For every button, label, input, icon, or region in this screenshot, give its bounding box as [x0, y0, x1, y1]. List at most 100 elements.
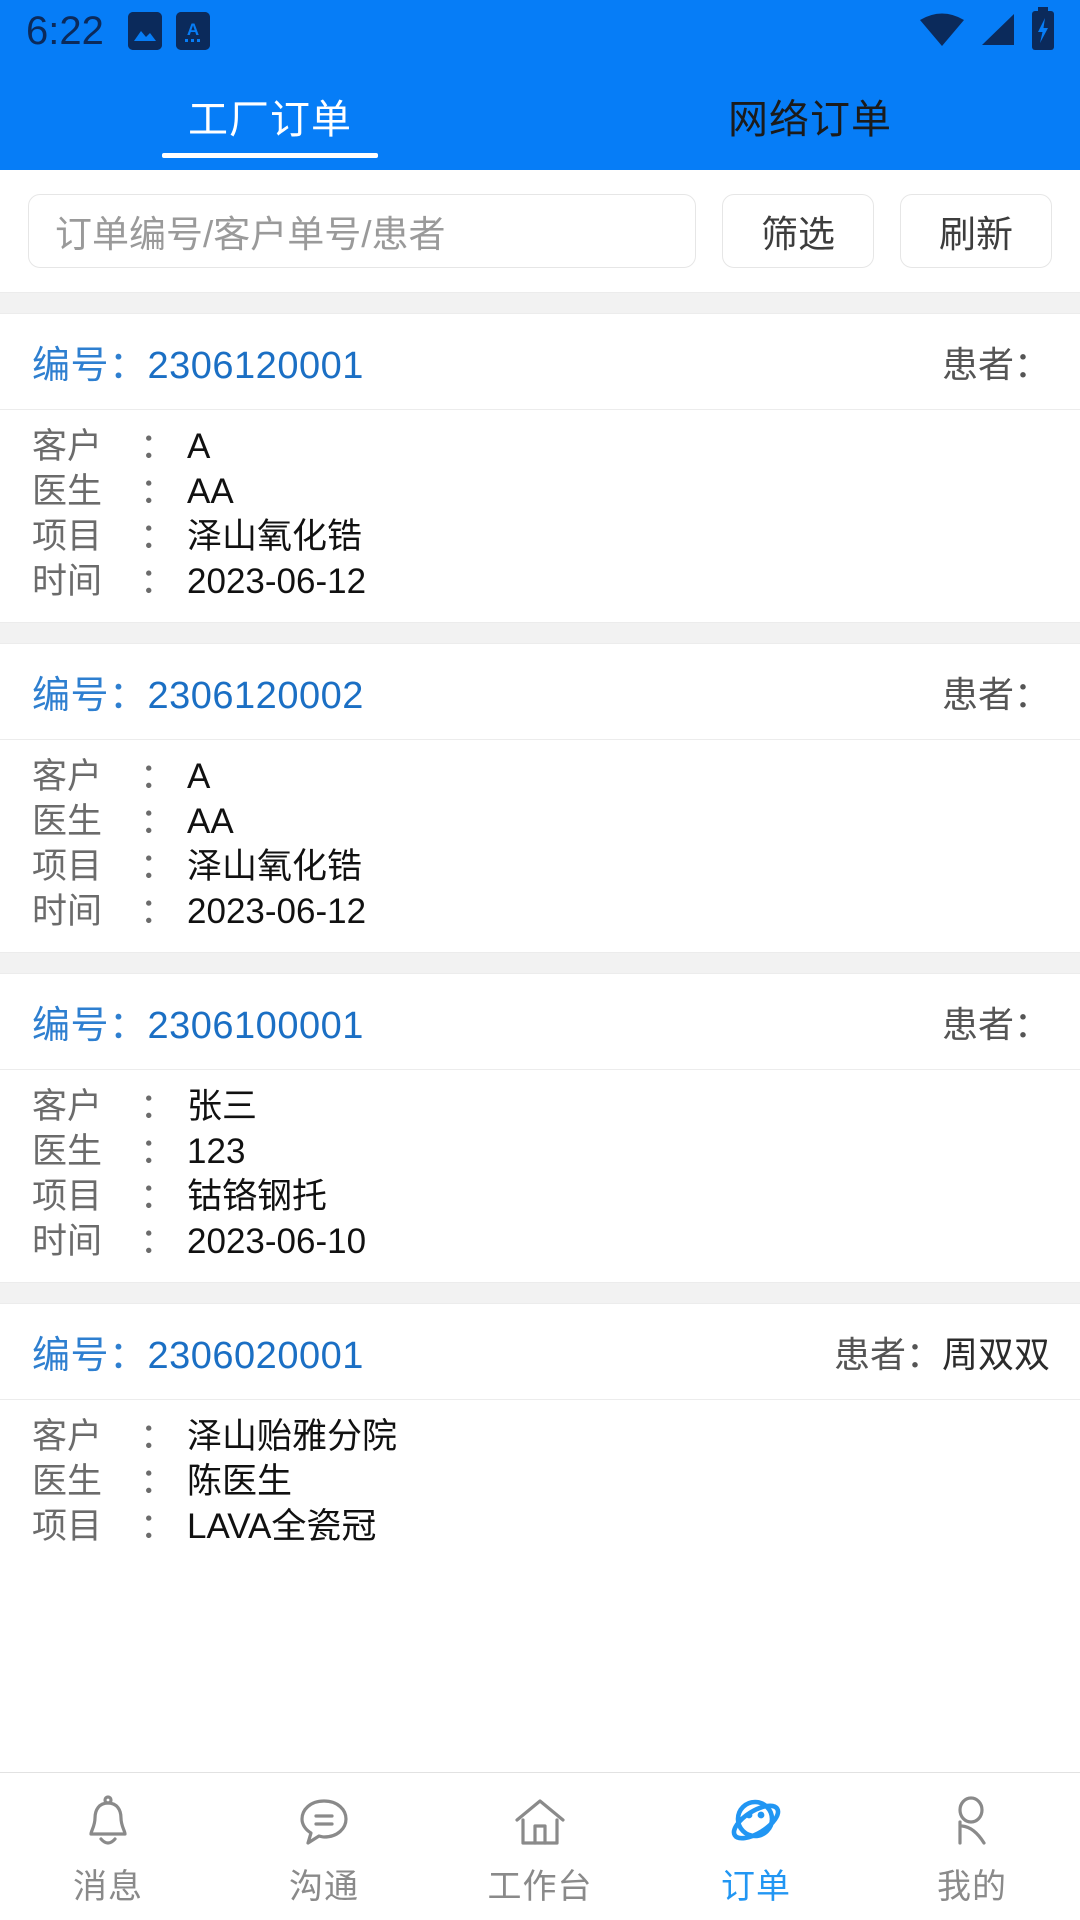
doctor-label: 医生 — [32, 472, 103, 511]
customer-value: A — [187, 427, 211, 466]
time-label: 时间 — [32, 562, 103, 601]
order-project-row: 项目 ： 泽山氧化锆 — [32, 514, 1080, 559]
status-notification-icons: A — [127, 12, 210, 50]
doctor-colon: ： — [140, 472, 176, 511]
order-card[interactable]: 编号：2306120001 患者： 客户 ： A 医生 ： AA 项目 ： 泽山氧化锆 时间… — [0, 314, 1080, 622]
order-customer-row: 客户 ： A — [32, 424, 1080, 469]
refresh-button[interactable]: 刷新 — [900, 194, 1052, 268]
search-input[interactable]: 订单编号/客户单号/患者 — [28, 194, 696, 268]
tab-factory-orders-label: 工厂订单 — [188, 98, 352, 142]
svg-text:A: A — [187, 20, 199, 39]
nav-item-messages-label: 消息 — [73, 1868, 143, 1906]
project-colon: ： — [140, 517, 176, 556]
order-customer-row: 客户 ： 张三 — [32, 1084, 1080, 1129]
nav-item-workbench-label: 工作台 — [487, 1868, 593, 1906]
order-number: 编号：2306120001 — [32, 334, 364, 389]
nav-item-chat-label: 沟通 — [289, 1868, 359, 1906]
tab-factory-orders[interactable]: 工厂订单 — [0, 62, 540, 170]
doctor-colon: ： — [140, 1132, 176, 1171]
order-card-header: 编号：2306100001 患者： — [0, 974, 1080, 1070]
filter-button[interactable]: 筛选 — [722, 194, 874, 268]
project-value: LAVA全瓷冠 — [187, 1507, 377, 1546]
search-placeholder: 订单编号/客户单号/患者 — [55, 214, 446, 255]
status-bar: 6:22 A — [0, 0, 1080, 62]
order-number-value: 2306020001 — [147, 1335, 364, 1377]
app-root: 6:22 A 工厂订单 网络订单 订单编号/客户单号/患者 筛选 刷新 编号：2… — [0, 0, 1080, 1920]
nav-item-messages[interactable]: 消息 — [0, 1773, 216, 1920]
order-number: 编号：2306020001 — [32, 1324, 364, 1379]
nav-item-orders[interactable]: 订单 — [648, 1773, 864, 1920]
patient-label: 患者： — [941, 343, 1050, 385]
order-time-row: 时间 ： 2023-06-10 — [32, 1219, 1080, 1264]
order-card[interactable]: 编号：2306020001 患者：周双双 客户 ： 泽山贻雅分院 医生 ： 陈医生 项目… — [0, 1304, 1080, 1567]
order-card-body: 客户 ： 张三 医生 ： 123 项目 ： 钴铬钢托 时间 ： 2023-06-10 — [0, 1070, 1080, 1282]
patient-value: 周双双 — [941, 1333, 1050, 1375]
customer-colon: ： — [140, 427, 176, 466]
nav-item-chat[interactable]: 沟通 — [216, 1773, 432, 1920]
order-card[interactable]: 编号：2306120002 患者： 客户 ： A 医生 ： AA 项目 ： 泽山氧化锆 时间… — [0, 644, 1080, 952]
order-doctor-row: 医生 ： AA — [32, 799, 1080, 844]
patient-name: 患者： — [942, 996, 1050, 1048]
time-label: 时间 — [32, 892, 103, 931]
customer-value: 张三 — [187, 1087, 258, 1126]
list-gap — [0, 952, 1080, 974]
project-label: 项目 — [32, 1177, 103, 1216]
order-number: 编号：2306120002 — [32, 664, 364, 719]
order-number-value: 2306100001 — [147, 1005, 364, 1047]
patient-name: 患者： — [942, 336, 1050, 388]
tab-network-orders-label: 网络订单 — [728, 98, 892, 142]
customer-label: 客户 — [32, 427, 103, 466]
doctor-value: AA — [187, 802, 234, 841]
nav-item-workbench[interactable]: 工作台 — [432, 1773, 648, 1920]
patient-label: 患者： — [833, 1333, 942, 1375]
order-card-body: 客户 ： A 医生 ： AA 项目 ： 泽山氧化锆 时间 ： 2023-06-12 — [0, 410, 1080, 622]
chat-bubble-icon — [295, 1791, 353, 1853]
time-colon: ： — [140, 562, 176, 601]
bottom-navigation: 消息 沟通 工作台 订单 我的 — [0, 1772, 1080, 1920]
customer-colon: ： — [140, 757, 176, 796]
nav-item-profile-label: 我的 — [937, 1868, 1007, 1906]
order-card[interactable]: 编号：2306100001 患者： 客户 ： 张三 医生 ： 123 项目 ： 钴铬钢托 时… — [0, 974, 1080, 1282]
order-card-body: 客户 ： 泽山贻雅分院 医生 ： 陈医生 项目 ： LAVA全瓷冠 — [0, 1400, 1080, 1567]
order-doctor-row: 医生 ： AA — [32, 469, 1080, 514]
time-value: 2023-06-10 — [187, 1222, 367, 1261]
order-number-label: 编号： — [32, 345, 148, 387]
customer-colon: ： — [140, 1417, 176, 1456]
project-colon: ： — [140, 1507, 176, 1546]
order-doctor-row: 医生 ： 123 — [32, 1129, 1080, 1174]
filter-button-label: 筛选 — [761, 214, 835, 255]
nav-item-profile[interactable]: 我的 — [864, 1773, 1080, 1920]
doctor-label: 医生 — [32, 1132, 103, 1171]
doctor-value: 123 — [187, 1132, 246, 1171]
tab-network-orders[interactable]: 网络订单 — [540, 62, 1080, 170]
customer-colon: ： — [140, 1087, 176, 1126]
bell-icon — [79, 1791, 137, 1853]
order-project-row: 项目 ： 钴铬钢托 — [32, 1174, 1080, 1219]
order-list[interactable]: 编号：2306120001 患者： 客户： A 医生： AA 项目：泽山氧化锆 时间… — [0, 292, 1080, 1772]
time-label: 时间 — [32, 1222, 103, 1261]
doctor-label: 医生 — [32, 1462, 103, 1501]
project-value: 钴铬钢托 — [187, 1177, 328, 1216]
order-number-label: 编号： — [32, 1005, 148, 1047]
doctor-colon: ： — [140, 1462, 176, 1501]
order-card-header: 编号：2306120001 患者： — [0, 314, 1080, 410]
project-label: 项目 — [32, 1507, 103, 1546]
search-toolbar: 订单编号/客户单号/患者 筛选 刷新 — [0, 170, 1080, 292]
wifi-icon — [918, 9, 966, 54]
order-customer-row: 客户 ： 泽山贻雅分院 — [32, 1414, 1080, 1459]
time-value: 2023-06-12 — [187, 562, 367, 601]
order-doctor-row: 医生 ： 陈医生 — [32, 1459, 1080, 1504]
order-project-row: 项目 ： LAVA全瓷冠 — [32, 1504, 1080, 1549]
list-gap — [0, 622, 1080, 644]
customer-value: 泽山贻雅分院 — [187, 1417, 398, 1456]
order-card-body: 客户 ： A 医生 ： AA 项目 ： 泽山氧化锆 时间 ： 2023-06-12 — [0, 740, 1080, 952]
project-value: 泽山氧化锆 — [187, 517, 363, 556]
project-label: 项目 — [32, 847, 103, 886]
project-label: 项目 — [32, 517, 103, 556]
order-project-row: 项目 ： 泽山氧化锆 — [32, 844, 1080, 889]
battery-charging-icon — [1030, 6, 1056, 56]
nav-item-orders-label: 订单 — [721, 1868, 791, 1906]
doctor-value: 陈医生 — [187, 1462, 293, 1501]
order-type-tabs: 工厂订单 网络订单 — [0, 62, 1080, 170]
customer-label: 客户 — [32, 1417, 103, 1456]
